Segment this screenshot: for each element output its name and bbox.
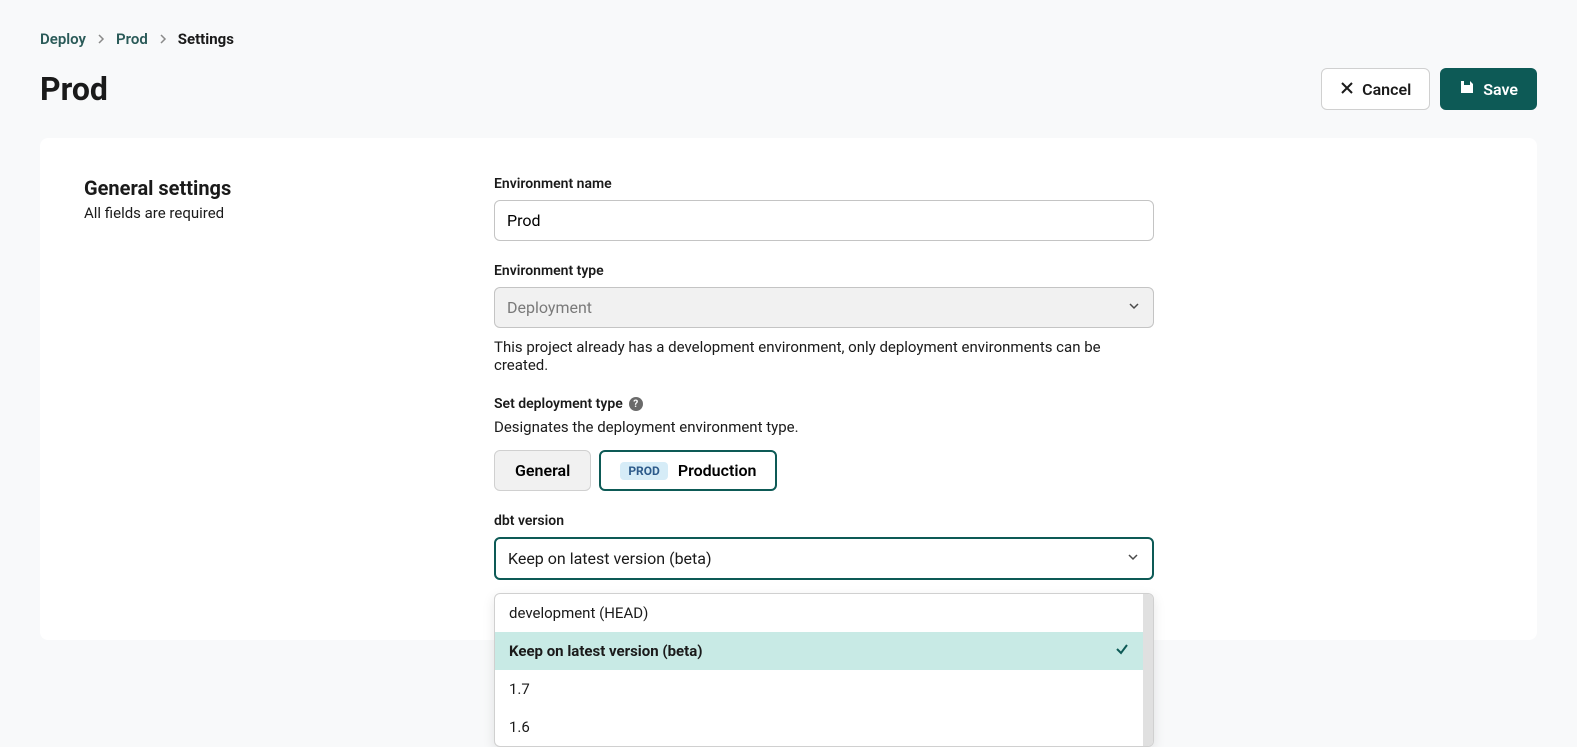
header-actions: Cancel Save <box>1321 68 1537 110</box>
dbt-version-field: dbt version Keep on latest version (beta… <box>494 513 1154 580</box>
dbt-version-value: Keep on latest version (beta) <box>508 549 712 568</box>
section-title: General settings <box>84 176 464 200</box>
save-button[interactable]: Save <box>1440 68 1537 110</box>
dbt-version-select[interactable]: Keep on latest version (beta) <box>494 537 1154 580</box>
info-icon[interactable]: ? <box>629 397 643 411</box>
dropdown-option-label: 1.6 <box>509 718 530 736</box>
chevron-down-icon <box>1126 549 1140 568</box>
dropdown-option-label: development (HEAD) <box>509 604 648 622</box>
dbt-version-option[interactable]: Keep on latest version (beta) <box>495 632 1143 670</box>
deployment-type-general-button[interactable]: General <box>494 450 591 491</box>
environment-name-field: Environment name <box>494 176 1154 241</box>
dbt-version-option[interactable]: 1.7 <box>495 670 1143 708</box>
check-icon <box>1115 642 1129 660</box>
breadcrumb-current: Settings <box>178 30 234 48</box>
dbt-version-option[interactable]: 1.6 <box>495 708 1143 746</box>
chevron-down-icon <box>1127 298 1141 317</box>
environment-type-field: Environment type Deployment This project… <box>494 263 1154 374</box>
close-icon <box>1340 80 1354 99</box>
settings-card: General settings All fields are required… <box>40 138 1537 640</box>
section-header: General settings All fields are required <box>84 176 464 602</box>
deployment-type-general-label: General <box>515 461 570 480</box>
save-icon <box>1459 79 1475 99</box>
deployment-type-field: Set deployment type ? Designates the dep… <box>494 396 1154 491</box>
dbt-version-label: dbt version <box>494 513 1154 529</box>
dropdown-option-label: Keep on latest version (beta) <box>509 642 703 660</box>
save-button-label: Save <box>1483 80 1518 99</box>
section-subtitle: All fields are required <box>84 204 464 222</box>
environment-type-select[interactable]: Deployment <box>494 287 1154 328</box>
cancel-button[interactable]: Cancel <box>1321 68 1430 110</box>
environment-name-label: Environment name <box>494 176 1154 192</box>
breadcrumb: Deploy Prod Settings <box>0 0 1577 48</box>
chevron-right-icon <box>96 30 106 48</box>
dbt-version-dropdown: development (HEAD) Keep on latest versio… <box>494 593 1154 747</box>
deployment-type-toggle: General PROD Production <box>494 450 1154 491</box>
breadcrumb-link-prod[interactable]: Prod <box>116 30 148 48</box>
deployment-type-production-label: Production <box>678 461 757 480</box>
environment-name-input[interactable] <box>494 200 1154 241</box>
prod-badge: PROD <box>620 462 668 480</box>
cancel-button-label: Cancel <box>1362 80 1411 99</box>
page-title: Prod <box>40 70 108 108</box>
dbt-version-option[interactable]: development (HEAD) <box>495 594 1143 632</box>
environment-type-help: This project already has a development e… <box>494 338 1154 374</box>
chevron-right-icon <box>158 30 168 48</box>
breadcrumb-link-deploy[interactable]: Deploy <box>40 30 86 48</box>
environment-type-label: Environment type <box>494 263 1154 279</box>
environment-type-value: Deployment <box>507 298 592 317</box>
dropdown-option-label: 1.7 <box>509 680 530 698</box>
deployment-type-desc: Designates the deployment environment ty… <box>494 418 1154 436</box>
form-area: Environment name Environment type Deploy… <box>494 176 1154 602</box>
page-header: Prod Cancel Save <box>0 48 1577 110</box>
deployment-type-production-button[interactable]: PROD Production <box>599 450 777 491</box>
deployment-type-label: Set deployment type <box>494 396 623 412</box>
